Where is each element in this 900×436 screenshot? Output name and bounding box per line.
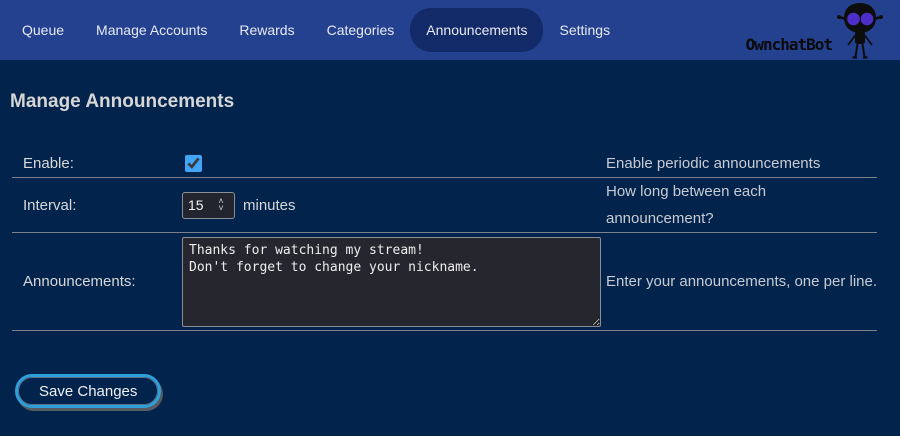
interval-help-text: How long between each announcement?	[606, 178, 877, 232]
stepper-down-icon[interactable]: ˅	[218, 205, 223, 212]
announcements-row: Announcements: Thanks for watching my st…	[12, 233, 877, 331]
enable-label: Enable:	[12, 155, 182, 172]
interval-input[interactable]	[183, 197, 213, 213]
enable-help-text: Enable periodic announcements	[606, 150, 877, 177]
announcements-textarea[interactable]: Thanks for watching my stream! Don't for…	[182, 237, 601, 327]
robot-mascot-icon	[834, 2, 886, 60]
nav-item-settings[interactable]: Settings	[543, 8, 626, 52]
interval-label: Interval:	[12, 197, 182, 214]
announcements-help-text: Enter your announcements, one per line.	[606, 268, 877, 295]
brand-logo-text: OwnchatBot	[746, 35, 832, 54]
stepper-arrows[interactable]: ˄ ˅	[213, 198, 229, 212]
nav-item-queue[interactable]: Queue	[6, 8, 80, 52]
page-title: Manage Announcements	[10, 91, 900, 113]
nav-item-categories[interactable]: Categories	[311, 8, 411, 52]
interval-stepper[interactable]: ˄ ˅	[182, 192, 235, 219]
enable-checkbox[interactable]	[185, 155, 202, 172]
nav-item-rewards[interactable]: Rewards	[223, 8, 310, 52]
enable-row: Enable: Enable periodic announcements	[12, 149, 877, 178]
nav-item-announcements[interactable]: Announcements	[410, 8, 543, 52]
save-changes-button[interactable]: Save Changes	[15, 374, 161, 408]
interval-unit-label: minutes	[243, 197, 296, 214]
interval-row: Interval: ˄ ˅ minutes How long between e…	[12, 178, 877, 233]
announcements-form: Enable: Enable periodic announcements In…	[12, 149, 877, 331]
main-content: Manage Announcements Enable: Enable peri…	[0, 91, 900, 408]
announcements-label: Announcements:	[12, 273, 182, 290]
top-nav: Queue Manage Accounts Rewards Categories…	[0, 0, 900, 60]
nav-item-manage-accounts[interactable]: Manage Accounts	[80, 8, 223, 52]
brand: OwnchatBot	[746, 0, 886, 60]
